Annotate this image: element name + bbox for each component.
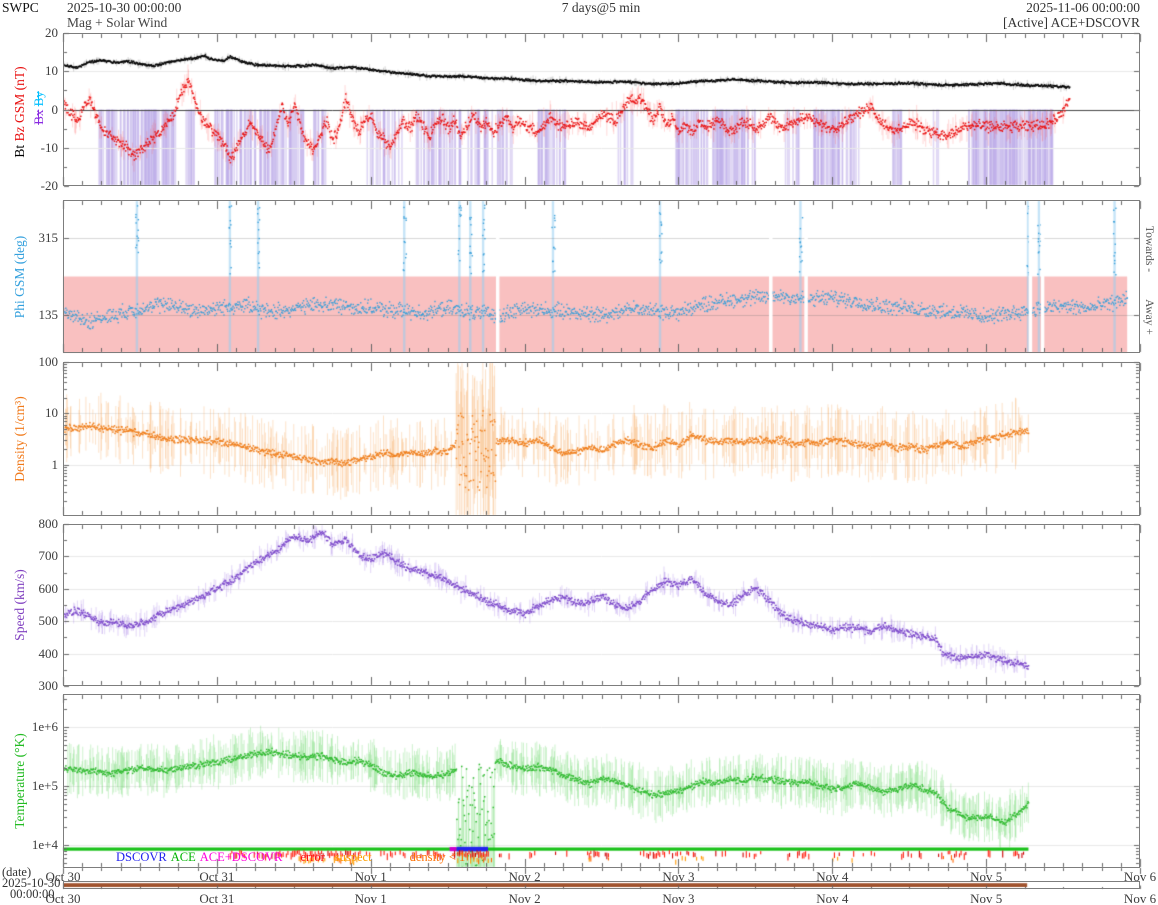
- date-label-nov-6: Nov 6: [1124, 891, 1156, 905]
- legend-item-dscovr: DSCOVR: [116, 851, 167, 863]
- brand: SWPC: [2, 0, 39, 16]
- spd-ytick-700: 700: [0, 548, 58, 564]
- legend-item-density-1: density < 1: [410, 851, 466, 863]
- date-label-nov-4: Nov 4: [816, 891, 848, 905]
- date-label-nov-5: Nov 5: [970, 869, 1002, 885]
- swpc-solar-wind-plot: SWPC 2025-10-30 00:00:00 7 days@5 min 20…: [0, 0, 1158, 905]
- mag-ytick--10: -10: [0, 140, 58, 156]
- plot-end-time: 2025-11-06 00:00:00: [1026, 0, 1140, 16]
- date-label-nov-6: Nov 6: [1124, 869, 1156, 885]
- den-ytick-10: 10: [0, 405, 58, 421]
- date-label-nov-1: Nov 1: [355, 869, 387, 885]
- spd-ytick-800: 800: [0, 516, 58, 532]
- date-label-oct-31: Oct 31: [199, 869, 234, 885]
- plot-start-time: 2025-10-30 00:00:00: [67, 0, 181, 16]
- date-label-nov-3: Nov 3: [662, 869, 694, 885]
- towards-sector-label: Towards -: [1143, 226, 1155, 272]
- origin-time: 00:00:00: [10, 887, 54, 902]
- date-label-nov-4: Nov 4: [816, 869, 848, 885]
- spd-ytick-400: 400: [0, 646, 58, 662]
- legend-item-error: error: [300, 851, 324, 863]
- date-label-nov-1: Nov 1: [355, 891, 387, 905]
- date-label-nov-2: Nov 2: [508, 891, 540, 905]
- mag-ytick-0: 0: [0, 102, 58, 118]
- mag-ytick-20: 20: [0, 25, 58, 41]
- date-label-oct-31: Oct 31: [199, 891, 234, 905]
- date-label-nov-5: Nov 5: [970, 891, 1002, 905]
- source-legend: DSCOVR ACE ACE+DSCOVR error suspect density <…: [116, 851, 465, 863]
- legend-item-ace-dscovr: ACE+DSCOVR: [200, 851, 283, 863]
- mag-ytick-10: 10: [0, 63, 58, 79]
- away-sector-label: Away +: [1143, 299, 1155, 335]
- legend-item-suspect: suspect: [335, 851, 372, 863]
- den-ytick-1: 1: [0, 457, 58, 473]
- tmp-ytick-1e+5: 1e+5: [0, 778, 58, 794]
- plot-canvas: [0, 0, 1158, 905]
- data-source-status: [Active] ACE+DSCOVR: [1003, 15, 1140, 31]
- plot-title: Mag + Solar Wind: [67, 15, 167, 31]
- phi-ytick-315: 315: [0, 230, 58, 246]
- phi-ytick-135: 135: [0, 307, 58, 323]
- plot-duration: 7 days@5 min: [562, 0, 640, 16]
- tmp-ytick-1e+4: 1e+4: [0, 837, 58, 853]
- mag-ytick--20: -20: [0, 178, 58, 194]
- legend-item-ace: ACE: [171, 851, 196, 863]
- date-label-nov-2: Nov 2: [508, 869, 540, 885]
- den-ytick-100: 100: [0, 354, 58, 370]
- spd-ytick-500: 500: [0, 613, 58, 629]
- spd-ytick-300: 300: [0, 678, 58, 694]
- spd-ytick-600: 600: [0, 581, 58, 597]
- tmp-ytick-1e+6: 1e+6: [0, 719, 58, 735]
- date-label-nov-3: Nov 3: [662, 891, 694, 905]
